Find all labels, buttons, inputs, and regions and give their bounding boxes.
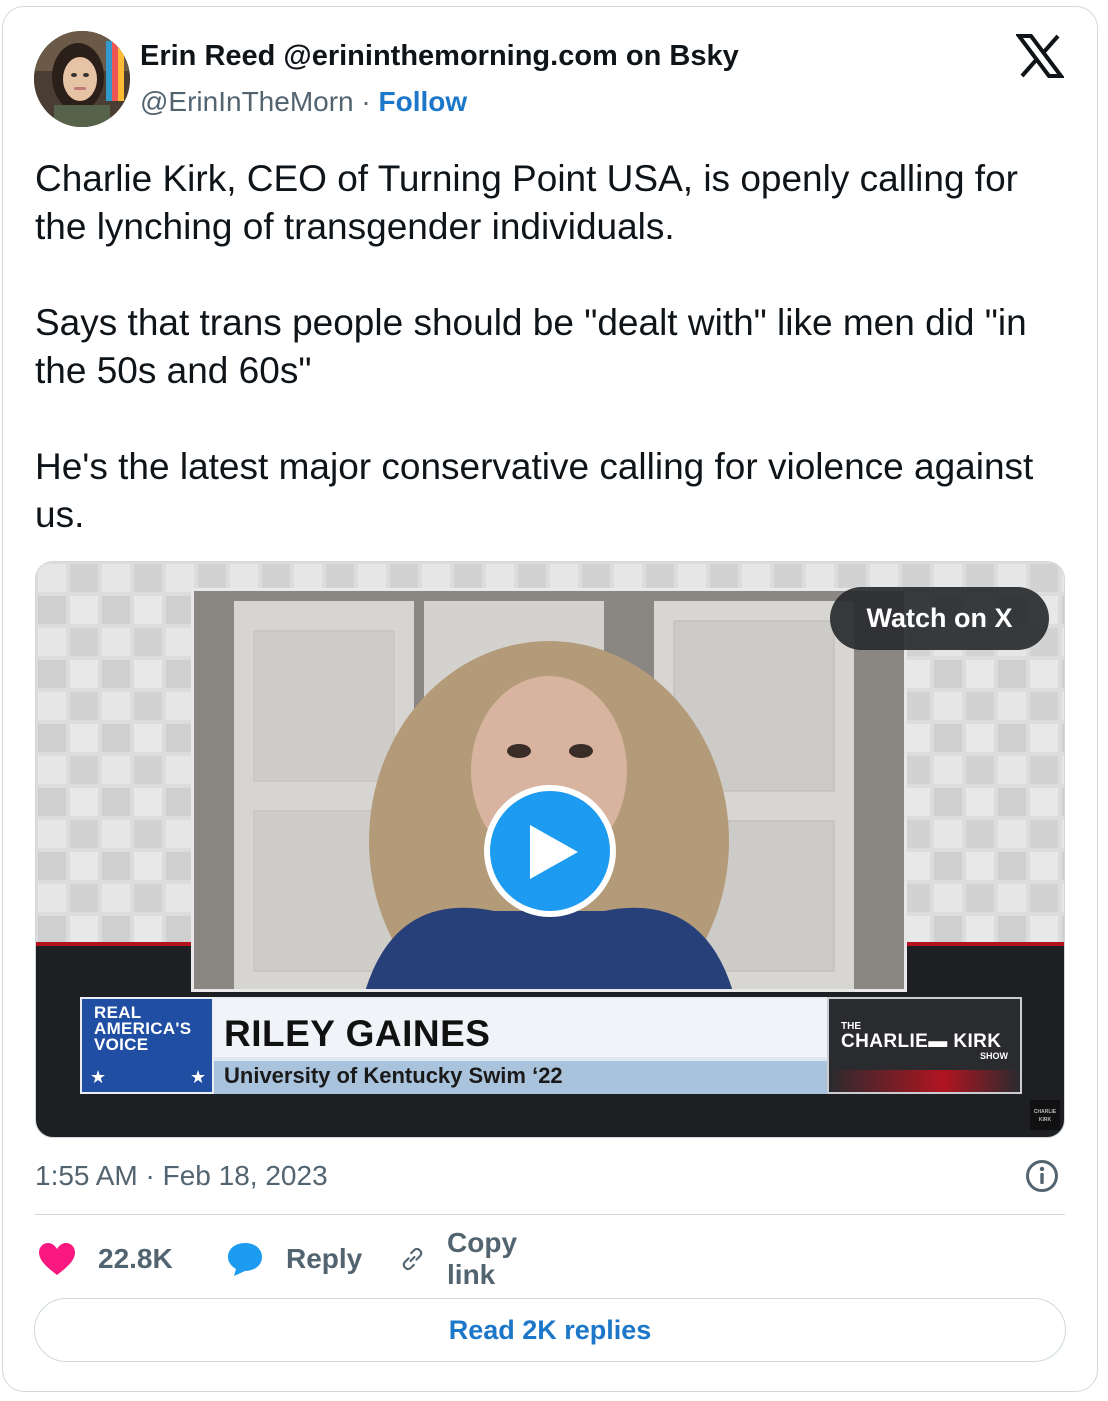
follow-button[interactable]: Follow bbox=[379, 86, 468, 117]
reply-label: Reply bbox=[286, 1243, 363, 1274]
name-banner: RILEY GAINES University of Kentucky Swim… bbox=[214, 997, 827, 1094]
copy-link-button[interactable]: Copy link bbox=[400, 1227, 530, 1290]
author-handle-row: @ErinInTheMorn · Follow bbox=[140, 86, 467, 118]
network-name: REAL AMERICA'S VOICE bbox=[94, 1004, 191, 1054]
corner-bug: CHARLIE KIRK bbox=[1030, 1100, 1060, 1130]
tweet-paragraph: He's the latest major conservative calli… bbox=[35, 446, 1034, 535]
x-logo-icon[interactable] bbox=[1016, 34, 1064, 78]
like-count: 22.8K bbox=[98, 1243, 173, 1274]
tweet-date: Feb 18, 2023 bbox=[162, 1160, 328, 1191]
tweet-paragraph: Charlie Kirk, CEO of Turning Point USA, … bbox=[35, 158, 1018, 247]
show-logo-show: SHOW bbox=[980, 1051, 1008, 1061]
watch-on-x-button[interactable]: Watch on X bbox=[830, 587, 1049, 650]
heart-icon bbox=[39, 1243, 75, 1275]
link-icon bbox=[402, 1247, 423, 1271]
info-icon[interactable] bbox=[1025, 1159, 1059, 1193]
reply-button[interactable]: Reply bbox=[226, 1236, 362, 1282]
play-button[interactable] bbox=[484, 785, 616, 917]
author-handle[interactable]: @ErinInTheMorn bbox=[140, 86, 354, 117]
tweet-timestamp[interactable]: 1:55 AM · Feb 18, 2023 bbox=[35, 1160, 328, 1192]
divider bbox=[35, 1214, 1065, 1215]
like-button[interactable]: 22.8K bbox=[38, 1236, 173, 1282]
tweet-paragraph: Says that trans people should be "dealt … bbox=[35, 302, 1027, 391]
tweet-time: 1:55 AM bbox=[35, 1160, 138, 1191]
show-logo: THE CHARLIE▬ KIRK SHOW bbox=[827, 997, 1022, 1094]
star-icon: ★ bbox=[190, 1067, 207, 1087]
play-icon bbox=[530, 825, 578, 879]
network-logo: REAL AMERICA'S VOICE ★ ★ bbox=[80, 997, 214, 1094]
guest-subtitle: University of Kentucky Swim ‘22 bbox=[224, 1063, 563, 1088]
news-lower-third: REAL AMERICA'S VOICE ★ ★ RILEY GAINES Un… bbox=[80, 997, 1022, 1094]
avatar-photo bbox=[34, 31, 130, 127]
show-logo-name: CHARLIE▬ KIRK bbox=[841, 1031, 1002, 1052]
timestamp-separator: · bbox=[145, 1160, 155, 1191]
speech-bubble-icon bbox=[228, 1243, 262, 1276]
show-logo-glow bbox=[829, 1070, 1020, 1092]
author-display-name[interactable]: Erin Reed @erininthemorning.com on Bsky bbox=[140, 40, 739, 73]
copy-link-label: Copy link bbox=[447, 1227, 518, 1290]
video-media[interactable]: Watch on X REAL AMERICA'S VOICE ★ ★ RILE… bbox=[35, 561, 1065, 1138]
handle-separator: · bbox=[361, 86, 371, 117]
network-line: VOICE bbox=[94, 1035, 149, 1054]
read-replies-button[interactable]: Read 2K replies bbox=[34, 1298, 1066, 1362]
tweet-text: Charlie Kirk, CEO of Turning Point USA, … bbox=[35, 155, 1075, 539]
star-icon: ★ bbox=[90, 1067, 107, 1087]
avatar[interactable] bbox=[34, 31, 130, 127]
guest-name: RILEY GAINES bbox=[224, 1013, 491, 1054]
